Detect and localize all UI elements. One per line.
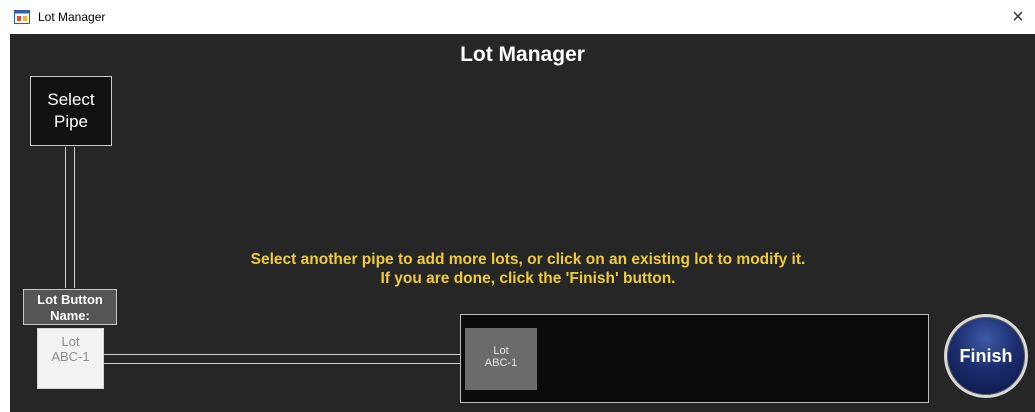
lot-preview-line2: ABC-1 [51, 349, 90, 364]
pipe-connector-horizontal [104, 354, 462, 364]
lot-button-name-line1: Lot Button [37, 292, 103, 307]
lot-name-preview-button[interactable]: Lot ABC-1 [37, 328, 104, 389]
select-pipe-label-line1: Select [47, 90, 95, 109]
application-window-icon [14, 10, 30, 24]
instruction-line2: If you are done, click the 'Finish' butt… [380, 270, 676, 287]
page-title: Lot Manager [460, 43, 585, 66]
finish-button[interactable]: Finish [944, 314, 1028, 398]
instruction-message: Select another pipe to add more lots, or… [10, 250, 1035, 288]
window-title: Lot Manager [38, 10, 106, 24]
lot-button-name-label: Lot Button Name: [23, 289, 117, 325]
lot-button-line1: Lot [493, 345, 509, 357]
select-pipe-button[interactable]: Select Pipe [30, 76, 112, 146]
lot-button-abc-1[interactable]: Lot ABC-1 [465, 328, 537, 390]
lot-preview-line1: Lot [61, 334, 80, 349]
close-icon[interactable]: × [1001, 0, 1035, 34]
instruction-line1: Select another pipe to add more lots, or… [250, 251, 806, 268]
select-pipe-label-line2: Pipe [53, 112, 89, 131]
lot-button-line2: ABC-1 [484, 357, 518, 369]
title-bar: Lot Manager × [0, 0, 1035, 34]
lot-manager-panel: Lot Manager Select Pipe Lot Button Name:… [10, 34, 1035, 412]
lot-button-name-line2: Name: [50, 308, 90, 323]
